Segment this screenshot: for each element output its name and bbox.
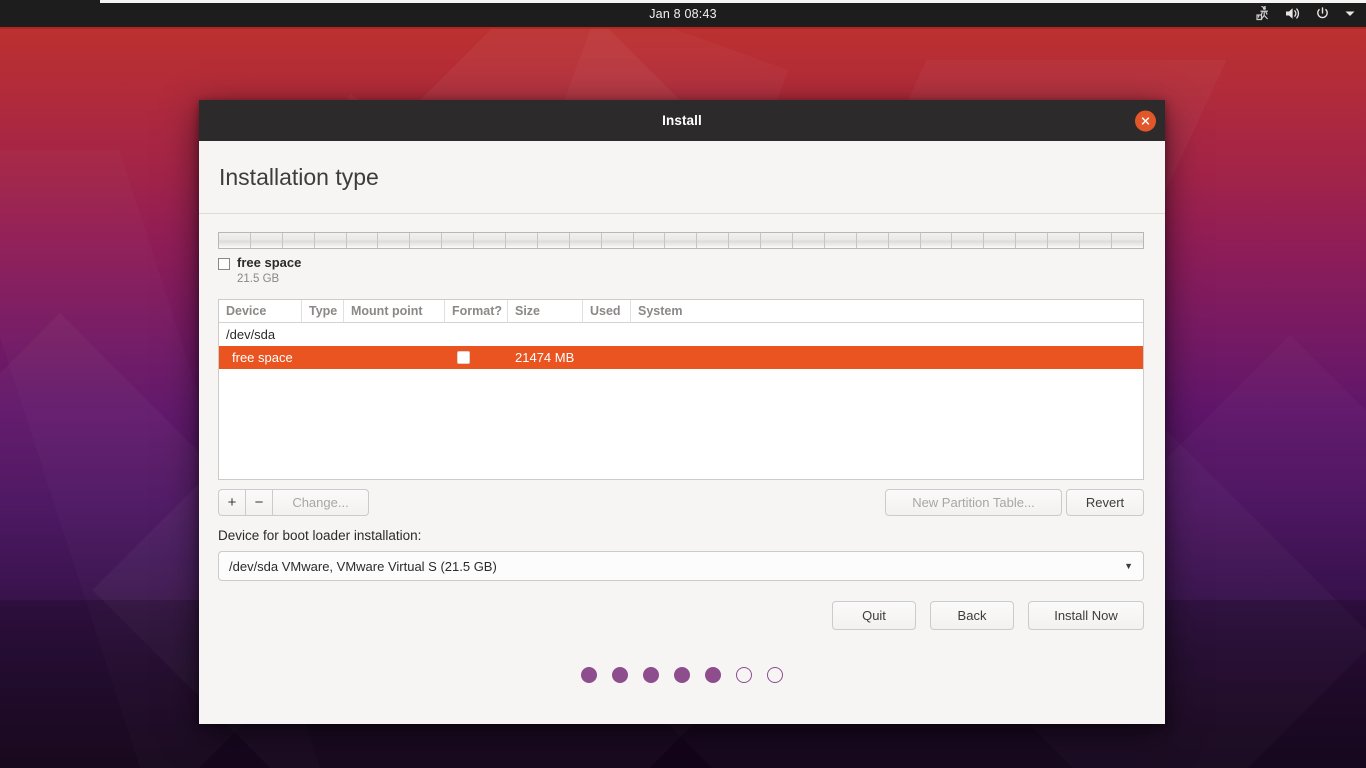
partition-legend: free space 21.5 GB — [218, 255, 1146, 286]
dialog-content: free space 21.5 GB Device Type Mount poi… — [199, 232, 1165, 630]
install-dialog: Install Installation type free space 21.… — [199, 100, 1165, 724]
partition-bar-segment — [1112, 233, 1143, 248]
cell-format[interactable] — [445, 351, 508, 364]
partition-bar-segment — [825, 233, 857, 248]
partition-bar-segment — [857, 233, 889, 248]
boot-loader-selected-value: /dev/sda VMware, VMware Virtual S (21.5 … — [229, 558, 497, 574]
cell-device: /dev/sda — [226, 327, 276, 342]
partition-bar-segment — [761, 233, 794, 248]
column-header-system[interactable]: System — [631, 300, 1143, 322]
partition-bar-segment — [1048, 233, 1081, 248]
partition-bar-segment — [952, 233, 985, 248]
cell-device: free space — [232, 350, 293, 365]
partition-bar-segment — [697, 233, 730, 248]
legend-label: free space — [237, 255, 302, 270]
legend-size: 21.5 GB — [237, 273, 280, 285]
panel-accent-line — [0, 27, 1366, 29]
column-header-format[interactable]: Format? — [445, 300, 508, 322]
partition-edit-group: + − Change... — [218, 489, 369, 516]
top-panel: Jan 8 08:43 — [0, 0, 1366, 27]
partition-bar-segment — [219, 233, 251, 248]
partition-bar-segment — [378, 233, 411, 248]
dialog-actions: Quit Back Install Now — [218, 601, 1144, 630]
partition-bar-segment — [921, 233, 953, 248]
partition-bar-segment — [984, 233, 1017, 248]
window-title: Install — [662, 113, 702, 128]
partition-bar-segment — [634, 233, 666, 248]
dialog-titlebar: Install — [199, 100, 1165, 141]
partition-toolbar: + − Change... New Partition Table... Rev… — [218, 489, 1144, 516]
column-header-size[interactable]: Size — [508, 300, 583, 322]
partition-bar-segment — [729, 233, 762, 248]
table-header-row: Device Type Mount point Format? Size Use… — [219, 300, 1143, 323]
chevron-down-icon[interactable] — [1344, 6, 1356, 21]
partition-bar-segment — [347, 233, 379, 248]
partition-bar-segment — [506, 233, 538, 248]
partition-bar-segment — [283, 233, 315, 248]
volume-icon[interactable] — [1284, 6, 1301, 21]
close-button[interactable] — [1135, 110, 1156, 131]
partition-bar-segment — [315, 233, 347, 248]
partition-bar-segment — [538, 233, 570, 248]
progress-dot-filled — [705, 667, 721, 683]
column-header-type[interactable]: Type — [302, 300, 344, 322]
partition-bar-segment — [474, 233, 507, 248]
page-header: Installation type — [199, 141, 1165, 214]
partition-bar-segment — [602, 233, 634, 248]
column-header-mount-point[interactable]: Mount point — [344, 300, 445, 322]
progress-dot-filled — [674, 667, 690, 683]
partition-table[interactable]: Device Type Mount point Format? Size Use… — [218, 299, 1144, 480]
new-partition-table-button[interactable]: New Partition Table... — [885, 489, 1062, 516]
partition-bar-segment — [410, 233, 443, 248]
power-icon[interactable] — [1314, 6, 1331, 21]
accessibility-icon[interactable] — [1254, 6, 1271, 21]
partition-table-group: New Partition Table... Revert — [885, 489, 1144, 516]
chevron-down-icon: ▼ — [1124, 561, 1133, 571]
change-partition-button[interactable]: Change... — [272, 489, 369, 516]
progress-dots — [199, 667, 1165, 683]
quit-button[interactable]: Quit — [832, 601, 916, 630]
page-title: Installation type — [219, 163, 379, 190]
partition-bar[interactable] — [218, 232, 1144, 249]
back-button[interactable]: Back — [930, 601, 1014, 630]
boot-loader-select[interactable]: /dev/sda VMware, VMware Virtual S (21.5 … — [218, 551, 1144, 581]
remove-partition-button[interactable]: − — [245, 489, 272, 516]
progress-dot-filled — [581, 667, 597, 683]
close-icon — [1141, 116, 1150, 125]
partition-bar-segment — [251, 233, 283, 248]
legend-text: free space 21.5 GB — [237, 255, 301, 286]
boot-loader-label: Device for boot loader installation: — [218, 528, 422, 543]
cell-size: 21474 MB — [515, 350, 575, 365]
legend-swatch-free-space — [218, 258, 230, 270]
progress-dot-empty — [736, 667, 752, 683]
progress-dot-filled — [612, 667, 628, 683]
partition-bar-segment — [889, 233, 921, 248]
panel-top-highlight — [100, 0, 1366, 3]
partition-bar-segment — [1016, 233, 1049, 248]
partition-bar-segment — [665, 233, 698, 248]
column-header-device[interactable]: Device — [219, 300, 302, 322]
partition-bar-segment — [1080, 233, 1112, 248]
column-header-used[interactable]: Used — [583, 300, 631, 322]
partition-bar-segment — [793, 233, 825, 248]
install-now-button[interactable]: Install Now — [1028, 601, 1144, 630]
partition-bar-segment — [442, 233, 475, 248]
progress-dot-filled — [643, 667, 659, 683]
add-partition-button[interactable]: + — [218, 489, 245, 516]
system-tray — [1254, 0, 1356, 27]
table-row[interactable]: /dev/sda — [219, 323, 1143, 346]
progress-dot-empty — [767, 667, 783, 683]
partition-bar-segment — [570, 233, 602, 248]
clock[interactable]: Jan 8 08:43 — [649, 7, 717, 21]
table-row[interactable]: free space 21474 MB — [219, 346, 1143, 369]
format-checkbox[interactable] — [457, 351, 470, 364]
revert-button[interactable]: Revert — [1066, 489, 1144, 516]
